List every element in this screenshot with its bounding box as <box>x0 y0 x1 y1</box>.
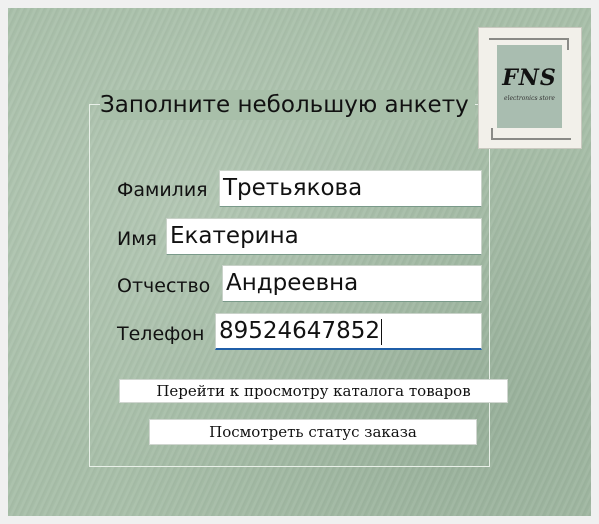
surname-field[interactable]: Третьякова <box>219 170 482 207</box>
name-value: Екатерина <box>170 223 299 249</box>
catalog-button[interactable]: Перейти к просмотру каталога товаров <box>119 379 508 403</box>
surname-label: Фамилия <box>117 179 208 201</box>
phone-label: Телефон <box>117 323 205 345</box>
surname-value: Третьякова <box>223 175 363 201</box>
patronymic-value: Андреевна <box>226 270 359 296</box>
patronymic-field[interactable]: Андреевна <box>222 265 482 302</box>
logo-frame-bottom <box>491 128 571 140</box>
logo: FNS electronics store <box>478 27 582 149</box>
name-label: Имя <box>117 228 157 250</box>
name-field[interactable]: Екатерина <box>166 218 482 255</box>
text-caret <box>380 318 382 345</box>
logo-square: FNS electronics store <box>497 45 562 128</box>
order-status-button[interactable]: Посмотреть статус заказа <box>149 419 477 445</box>
logo-subtitle: electronics store <box>504 95 555 102</box>
phone-value: 89524647852 <box>219 318 380 344</box>
logo-text: FNS <box>502 65 557 91</box>
app-window: Заполните небольшую анкету FNS electroni… <box>8 8 591 516</box>
phone-field[interactable]: 89524647852 <box>215 313 482 350</box>
patronymic-label: Отчество <box>117 275 211 297</box>
form-title: Заполните небольшую анкету <box>100 90 475 120</box>
